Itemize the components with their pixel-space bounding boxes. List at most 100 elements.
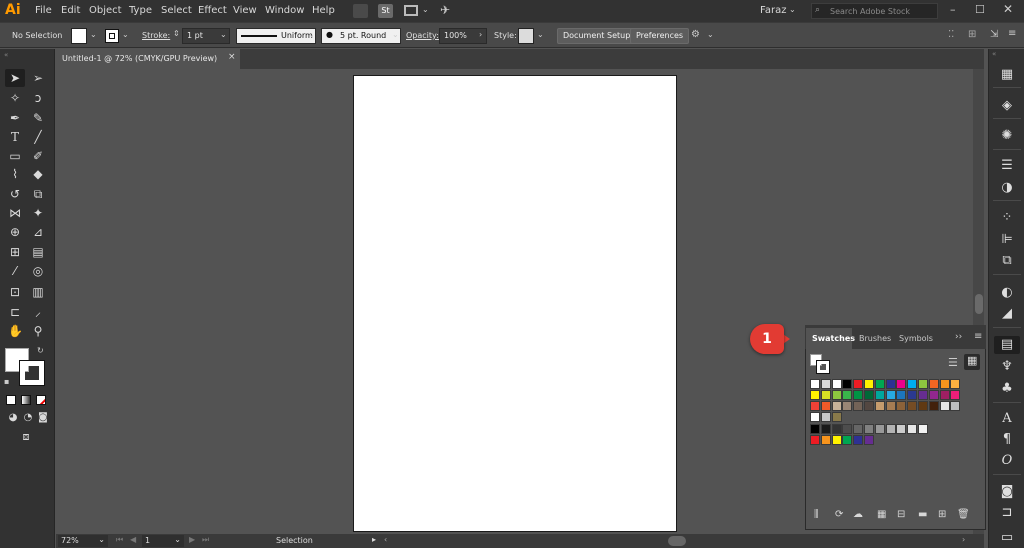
panel-menu-icon[interactable]: ≡ — [974, 331, 982, 342]
paintbrush-tool-icon[interactable]: ✐ — [31, 149, 45, 163]
swatch[interactable] — [853, 424, 864, 434]
swatch[interactable] — [928, 401, 939, 411]
swatch[interactable] — [885, 424, 896, 434]
stroke-panel-icon[interactable]: ☰ — [989, 157, 1024, 175]
symbols-panel-icon[interactable]: ♣ — [989, 380, 1024, 398]
fill-swatch[interactable] — [71, 28, 87, 44]
stroke-swatch[interactable] — [105, 29, 119, 43]
swatch[interactable] — [896, 390, 907, 400]
document-tab[interactable]: Untitled-1 @ 72% (CMYK/GPU Preview) × — [56, 49, 240, 69]
blend-tool-icon[interactable]: ◎ — [31, 264, 45, 278]
none-mode-icon[interactable] — [36, 395, 46, 405]
align-panel-icon[interactable]: ⊫ — [989, 231, 1024, 249]
swatch[interactable] — [842, 424, 853, 434]
menu-file[interactable]: File — [35, 5, 52, 16]
swatch[interactable] — [820, 424, 831, 434]
swatch[interactable] — [810, 412, 820, 422]
swatch[interactable] — [820, 412, 831, 422]
artboard[interactable] — [353, 75, 677, 532]
swatch[interactable] — [842, 390, 853, 400]
swatch[interactable] — [907, 401, 918, 411]
stroke-chevron-icon[interactable]: ⌄ — [122, 30, 129, 39]
swatch[interactable] — [820, 390, 831, 400]
menu-help[interactable]: Help — [312, 5, 335, 16]
screen-mode-icon[interactable]: ⧈ — [19, 430, 33, 444]
default-fill-stroke-icon[interactable]: ▪ — [4, 377, 9, 386]
cloud-library-icon[interactable]: ☁ — [853, 509, 863, 520]
swatch[interactable] — [928, 390, 939, 400]
swatch[interactable] — [842, 435, 853, 445]
swatch[interactable] — [831, 412, 842, 422]
prev-artboard-icon[interactable]: ◀ — [130, 535, 136, 544]
style-chevron-icon[interactable]: ⌄ — [537, 30, 544, 39]
swatch[interactable] — [853, 379, 864, 389]
menu-select[interactable]: Select — [161, 5, 192, 16]
image-trace-icon[interactable]: ◙ — [989, 483, 1024, 501]
swatch[interactable] — [918, 390, 928, 400]
stroke-stepper-icon[interactable]: ⇕ — [173, 29, 180, 38]
brush-chevron-icon[interactable]: ⌄ — [392, 30, 399, 39]
zoom-tool-icon[interactable]: ⚲ — [31, 324, 45, 338]
width-tool-icon[interactable]: ⋈ — [8, 206, 22, 220]
user-name[interactable]: Faraz — [760, 5, 786, 16]
swatch[interactable] — [918, 401, 928, 411]
transform-options-icon[interactable]: ⊞ — [968, 29, 976, 40]
swatch-kind-icon[interactable]: ▦ — [877, 509, 886, 520]
swatch[interactable] — [831, 424, 842, 434]
swatch[interactable] — [950, 379, 961, 389]
artboard-chevron-icon[interactable]: ⌄ — [174, 535, 181, 544]
transparency-panel-icon[interactable]: ◑ — [989, 179, 1024, 197]
align-options-icon[interactable]: ⁚⁚ — [948, 29, 954, 40]
curvature-tool-icon[interactable]: ✎ — [31, 111, 45, 125]
zoom-chevron-icon[interactable]: ⌄ — [98, 535, 105, 544]
pathfinder-panel-icon[interactable]: ⧉ — [989, 252, 1024, 270]
direct-selection-tool-icon[interactable]: ➢ — [31, 71, 45, 85]
more-tabs-icon[interactable]: ›› — [955, 332, 962, 342]
close-tab-icon[interactable]: × — [228, 52, 236, 62]
horizontal-scroll-thumb[interactable] — [668, 536, 686, 546]
scale-tool-icon[interactable]: ⧉ — [31, 187, 45, 201]
column-graph-tool-icon[interactable]: ▥ — [31, 285, 45, 299]
layers-panel-icon[interactable]: ◈ — [989, 97, 1024, 115]
list-view-icon[interactable]: ☰ — [948, 356, 958, 369]
stroke-color-box[interactable] — [19, 360, 45, 386]
swatch[interactable] — [820, 379, 831, 389]
color-guide-icon[interactable]: ◢ — [989, 305, 1024, 323]
swatch[interactable] — [864, 424, 874, 434]
swatch[interactable] — [939, 390, 950, 400]
swatch[interactable] — [885, 401, 896, 411]
fill-chevron-icon[interactable]: ⌄ — [90, 30, 97, 39]
swatch[interactable] — [831, 390, 842, 400]
swatch[interactable] — [810, 379, 820, 389]
tab-symbols[interactable]: Symbols — [899, 334, 933, 343]
libraries-panel-icon[interactable]: ✺ — [989, 127, 1024, 145]
artboard-number-field[interactable]: 1 ⌄ — [142, 535, 184, 547]
scroll-left-icon[interactable]: ‹ — [384, 535, 387, 544]
magic-wand-tool-icon[interactable]: ✧ — [8, 91, 22, 105]
app-logo[interactable]: Ai — [5, 2, 21, 18]
arrange-documents-icon[interactable] — [404, 5, 418, 16]
bridge-icon[interactable] — [353, 4, 368, 18]
search-input[interactable]: Search Adobe Stock — [830, 7, 910, 16]
swatch[interactable] — [939, 401, 950, 411]
swatch[interactable] — [885, 379, 896, 389]
search-box[interactable]: ⌕ Search Adobe Stock — [811, 3, 938, 19]
swatch[interactable] — [810, 424, 820, 434]
maximize-icon[interactable]: ☐ — [975, 3, 985, 16]
brushes-panel-icon[interactable]: ♆ — [989, 358, 1024, 376]
shape-builder-tool-icon[interactable]: ⊕ — [8, 225, 22, 239]
status-menu-icon[interactable]: ▸ — [372, 535, 376, 544]
first-artboard-icon[interactable]: ⏮ — [116, 535, 123, 545]
swatch[interactable] — [928, 379, 939, 389]
menu-object[interactable]: Object — [89, 5, 122, 16]
collapse-tools-icon[interactable]: « — [4, 51, 8, 59]
swatch[interactable] — [918, 424, 928, 434]
new-swatch-icon[interactable]: ⊞ — [938, 509, 946, 520]
tab-swatches[interactable]: Swatches — [812, 334, 855, 343]
paragraph-panel-icon[interactable]: ¶ — [989, 431, 1024, 449]
rotate-tool-icon[interactable]: ↺ — [8, 187, 22, 201]
control-menu-icon[interactable]: ≡ — [1008, 28, 1016, 39]
rectangle-tool-icon[interactable]: ▭ — [8, 149, 22, 163]
swatch[interactable] — [820, 435, 831, 445]
swatch[interactable] — [820, 401, 831, 411]
